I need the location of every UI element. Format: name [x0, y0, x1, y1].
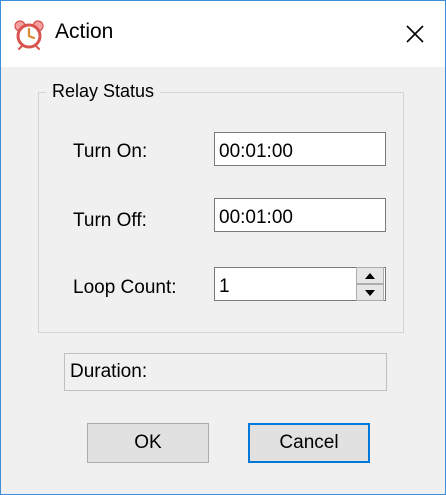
loop-count-label: Loop Count: [73, 277, 177, 298]
loop-count-spinner [356, 267, 384, 301]
close-button[interactable] [385, 1, 445, 67]
turn-off-label: Turn Off: [73, 210, 147, 231]
action-dialog: Action Relay Status Turn On: Turn Off: L… [0, 0, 446, 495]
ok-button[interactable]: OK [87, 423, 209, 463]
duration-label: Duration: [70, 361, 148, 382]
title-bar: Action [1, 1, 445, 67]
spin-up-button[interactable] [356, 267, 384, 284]
duration-display: Duration: [64, 353, 387, 391]
arrow-up-icon [365, 272, 375, 279]
spin-down-button[interactable] [356, 284, 384, 301]
cancel-button[interactable]: Cancel [248, 423, 370, 463]
window-title: Action [55, 20, 114, 43]
turn-on-label: Turn On: [73, 141, 148, 162]
dialog-body: Relay Status Turn On: Turn Off: Loop Cou… [1, 67, 445, 494]
relay-status-legend: Relay Status [46, 81, 161, 102]
alarm-clock-icon [14, 20, 44, 50]
close-icon [406, 25, 424, 43]
arrow-down-icon [365, 289, 375, 296]
turn-on-field[interactable] [214, 132, 386, 166]
turn-off-field[interactable] [214, 198, 386, 232]
